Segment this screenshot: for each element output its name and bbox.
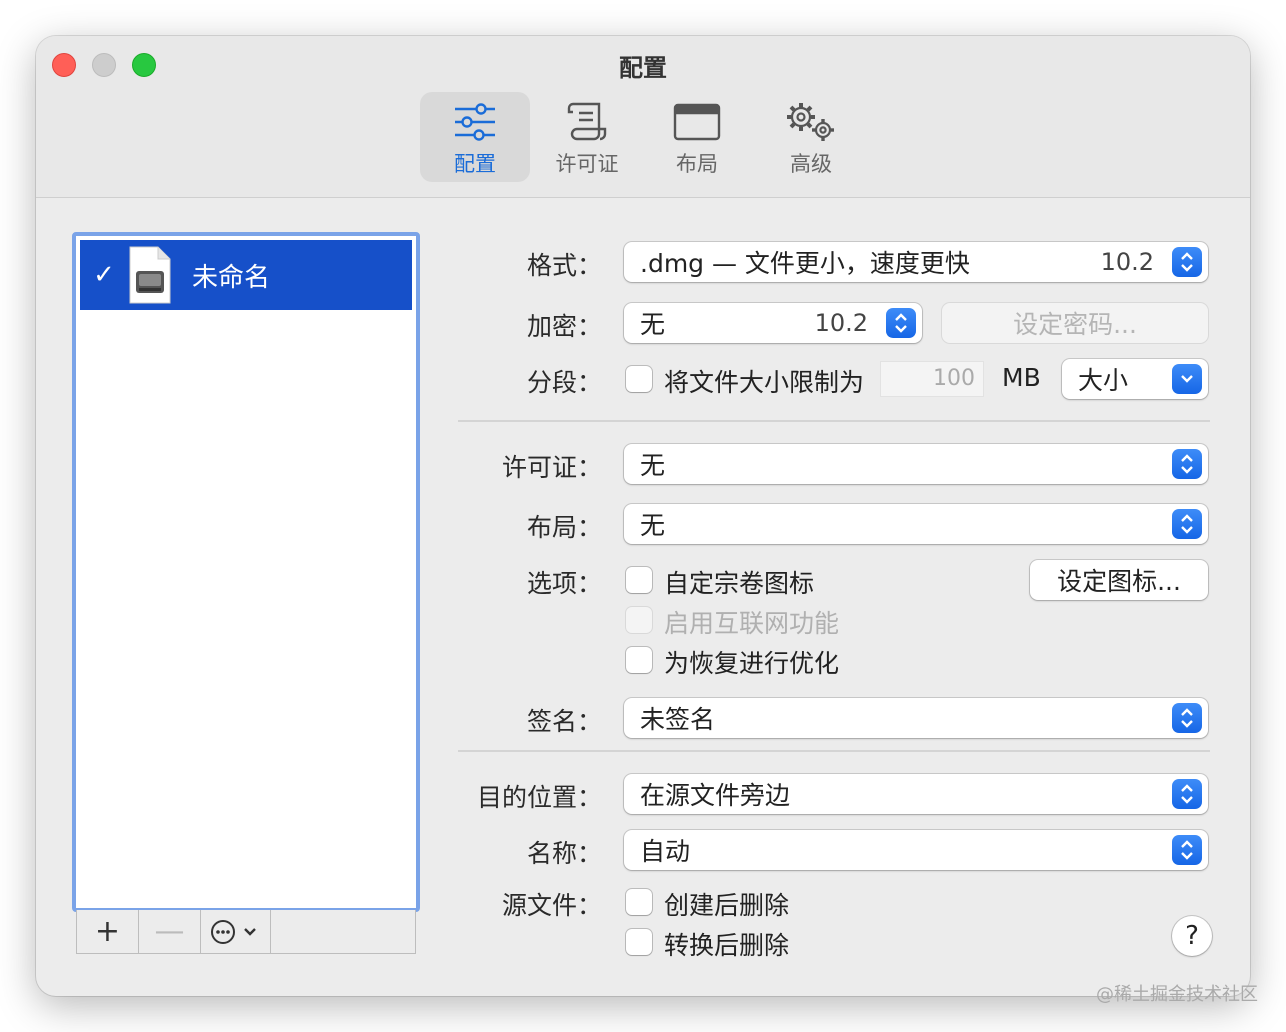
tab-license-label: 许可证 [555, 152, 619, 176]
destination-value: 在源文件旁边 [640, 781, 791, 810]
scroll-icon [565, 94, 609, 150]
encryption-version: 10.2 [814, 309, 868, 337]
segment-unit-type: 大小 [1078, 366, 1129, 395]
encryption-value: 无 [640, 310, 666, 339]
stepper-arrows-icon [1172, 509, 1202, 539]
license-value: 无 [640, 451, 666, 480]
delete-after-create-checkbox[interactable] [626, 889, 652, 915]
config-pane: ✓ 未命名 + — 格式： .dmg — 文件更小，速度更快 10.2 加密： … [36, 198, 1250, 996]
internet-enable-checkbox[interactable] [626, 607, 652, 633]
config-list[interactable]: ✓ 未命名 [72, 232, 420, 912]
preferences-window: 配置 配置 许可证 布局 高级 ✓ 未命名 + — 格式： .dmg — 文件更… [36, 36, 1250, 996]
window-icon [673, 94, 721, 150]
set-icon-button[interactable]: 设定图标... [1030, 560, 1208, 600]
license-label: 许可证： [501, 453, 602, 482]
destination-label: 目的位置： [476, 783, 602, 812]
disk-image-icon [128, 245, 172, 305]
source-label: 源文件： [501, 891, 602, 920]
format-label: 格式： [526, 251, 602, 280]
tab-config[interactable]: 配置 [420, 92, 530, 182]
section-divider [458, 750, 1210, 752]
layout-label: 布局： [526, 513, 602, 542]
list-item-name: 未命名 [192, 262, 271, 293]
stepper-arrows-icon [1172, 835, 1202, 865]
remove-config-button[interactable]: — [139, 910, 201, 953]
tab-advanced[interactable]: 高级 [756, 92, 866, 182]
titlebar: 配置 配置 许可证 布局 高级 [36, 36, 1250, 198]
custom-icon-text: 自定宗卷图标 [664, 569, 815, 598]
optimize-restore-text: 为恢复进行优化 [664, 649, 840, 678]
optimize-restore-checkbox[interactable] [626, 647, 652, 673]
help-button[interactable]: ? [1172, 916, 1212, 956]
name-label: 名称： [526, 839, 602, 868]
internet-enable-text: 启用互联网功能 [664, 609, 840, 638]
set-password-button[interactable]: 设定密码... [942, 303, 1208, 343]
format-popup[interactable]: .dmg — 文件更小，速度更快 10.2 [624, 242, 1208, 282]
stepper-arrows-icon [1172, 449, 1202, 479]
license-popup[interactable]: 无 [624, 444, 1208, 484]
signing-label: 签名： [526, 707, 602, 736]
gears-icon [783, 94, 839, 150]
segment-text: 将文件大小限制为 [664, 368, 865, 397]
ellipsis-circle-icon [210, 919, 256, 944]
delete-after-create-text: 创建后删除 [664, 891, 790, 920]
format-version: 10.2 [1100, 248, 1154, 276]
stepper-arrows-icon [1172, 247, 1202, 277]
signing-value: 未签名 [640, 705, 716, 734]
segment-size-field[interactable]: 100 [880, 361, 984, 397]
stepper-arrows-icon [886, 308, 916, 338]
segment-unit-popup[interactable]: 大小 [1062, 359, 1208, 399]
chevron-down-icon [1172, 364, 1202, 394]
custom-icon-checkbox[interactable] [626, 567, 652, 593]
add-config-button[interactable]: + [77, 910, 139, 953]
layout-value: 无 [640, 511, 666, 540]
sliders-icon [453, 94, 497, 150]
stepper-arrows-icon [1172, 703, 1202, 733]
segment-label: 分段： [526, 368, 602, 397]
options-label: 选项： [526, 569, 602, 598]
delete-after-convert-checkbox[interactable] [626, 929, 652, 955]
stepper-arrows-icon [1172, 779, 1202, 809]
tab-config-label: 配置 [454, 152, 496, 176]
name-popup[interactable]: 自动 [624, 830, 1208, 870]
encryption-label: 加密： [526, 312, 602, 341]
tab-layout[interactable]: 布局 [642, 92, 752, 182]
more-actions-button[interactable] [201, 910, 271, 953]
segment-unit: MB [1002, 363, 1041, 392]
section-divider [458, 420, 1210, 422]
signing-popup[interactable]: 未签名 [624, 698, 1208, 738]
checkmark-icon: ✓ [93, 260, 115, 290]
delete-after-convert-text: 转换后删除 [664, 931, 790, 960]
encryption-popup[interactable]: 无 10.2 [624, 303, 922, 343]
tab-layout-label: 布局 [676, 152, 718, 176]
list-controls: + — [76, 910, 416, 954]
window-title: 配置 [619, 54, 667, 82]
segment-checkbox[interactable] [626, 366, 652, 392]
tab-advanced-label: 高级 [790, 152, 832, 176]
layout-popup[interactable]: 无 [624, 504, 1208, 544]
destination-popup[interactable]: 在源文件旁边 [624, 774, 1208, 814]
tab-license[interactable]: 许可证 [532, 92, 642, 182]
watermark: @稀土掘金技术社区 [1096, 984, 1258, 1005]
name-value: 自动 [640, 837, 691, 866]
list-item[interactable]: ✓ 未命名 [80, 240, 412, 310]
format-value: .dmg — 文件更小，速度更快 [640, 249, 970, 278]
